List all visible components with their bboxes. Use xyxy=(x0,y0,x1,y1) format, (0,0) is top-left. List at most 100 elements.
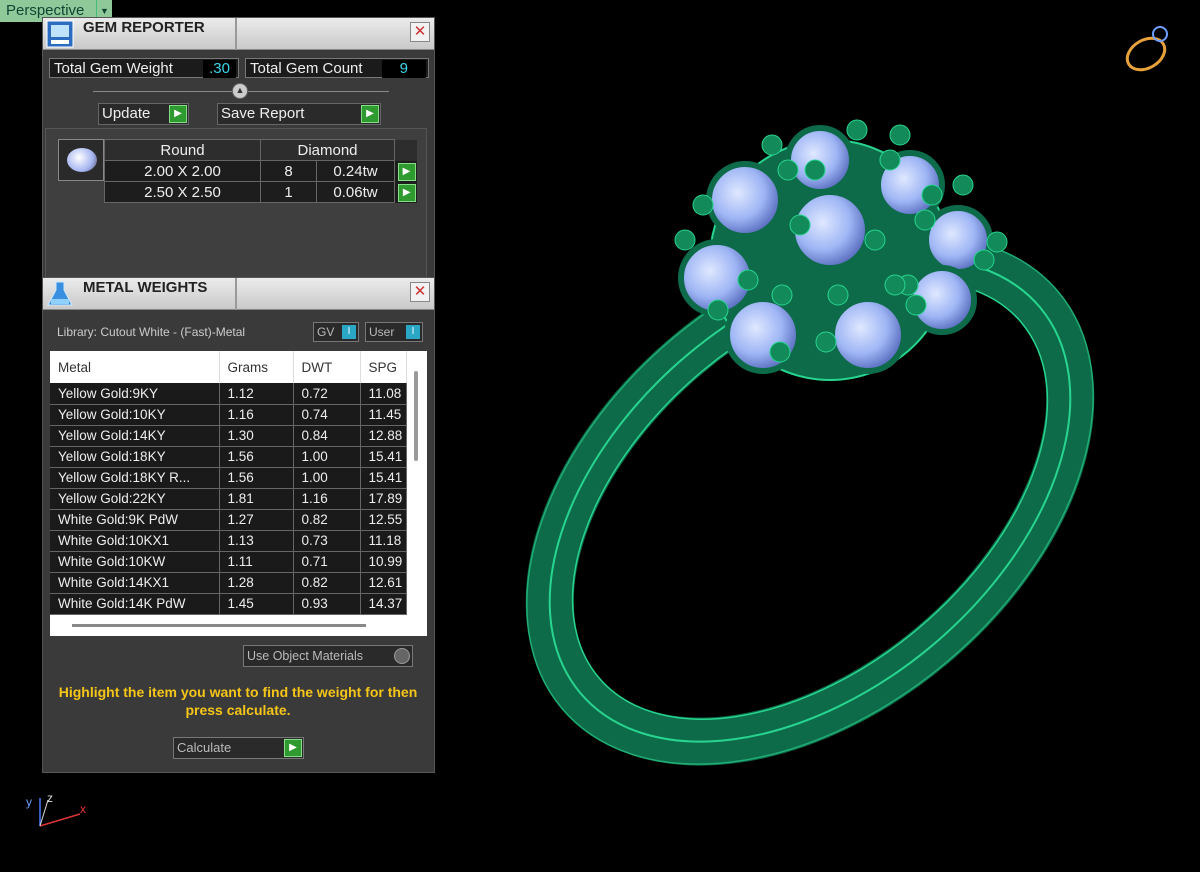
gem-reporter-title-bar[interactable]: GEM REPORTER ✕ xyxy=(43,18,434,50)
metal-table: Metal Grams DWT SPG Yellow Gold:9KY 1.12 0… xyxy=(50,351,407,615)
select-gems-button[interactable]: ▶ xyxy=(397,163,416,181)
metal-spg: 12.88 xyxy=(360,425,407,447)
gem-shape-header: Round xyxy=(104,139,261,161)
toggle-switch-icon: I xyxy=(406,325,420,339)
metal-name: White Gold:10KW xyxy=(50,551,220,573)
metal-name: Yellow Gold:9KY xyxy=(50,383,220,405)
gem-report-icon xyxy=(46,20,74,48)
flask-icon xyxy=(47,281,73,306)
gem-row[interactable]: 2.50 X 2.50 1 0.06tw ▶ xyxy=(104,181,417,203)
metal-name: White Gold:14K PdW xyxy=(50,593,220,615)
metal-grams: 1.11 xyxy=(219,551,294,573)
metal-weights-title: METAL WEIGHTS xyxy=(83,279,208,296)
metal-spg: 11.45 xyxy=(360,404,407,426)
vertical-scrollbar[interactable] xyxy=(414,371,418,461)
user-toggle-label: User xyxy=(369,325,395,339)
gem-reporter-title: GEM REPORTER xyxy=(83,19,205,36)
gem-list: Round Diamond 2.00 X 2.00 8 0.24tw ▶ 2.5… xyxy=(45,128,427,278)
metal-spg: 15.41 xyxy=(360,467,407,489)
metal-grams: 1.12 xyxy=(219,383,294,405)
collapse-slider-handle[interactable]: ▲ xyxy=(232,83,248,99)
play-icon: ▶ xyxy=(169,105,187,123)
ring-3d-model[interactable] xyxy=(470,100,1150,800)
total-gem-weight-value: .30 xyxy=(203,60,236,78)
metal-dwt: 0.82 xyxy=(293,509,361,531)
update-button[interactable]: Update ▶ xyxy=(98,103,189,125)
metal-name: Yellow Gold:22KY xyxy=(50,488,220,510)
user-toggle[interactable]: User I xyxy=(365,322,423,342)
metal-spg: 12.55 xyxy=(360,509,407,531)
metal-dwt: 1.00 xyxy=(293,446,361,468)
gem-size: 2.50 X 2.50 xyxy=(104,181,261,203)
metal-grams: 1.28 xyxy=(219,572,294,594)
metal-weights-list[interactable]: Metal Grams DWT SPG Yellow Gold:9KY 1.12 0… xyxy=(50,351,427,636)
table-row[interactable]: Yellow Gold:14KY 1.30 0.84 12.88 xyxy=(50,425,407,447)
play-icon: ▶ xyxy=(284,739,302,757)
gem-cluster xyxy=(678,125,993,374)
select-gems-button[interactable]: ▶ xyxy=(397,184,416,202)
metal-dwt: 0.71 xyxy=(293,551,361,573)
total-gem-count: Total Gem Count 9 xyxy=(245,58,429,78)
metal-name: Yellow Gold:10KY xyxy=(50,404,220,426)
title-separator xyxy=(235,18,237,50)
gv-toggle[interactable]: GV I xyxy=(313,322,359,342)
metal-dwt: 0.73 xyxy=(293,530,361,552)
table-row[interactable]: Yellow Gold:9KY 1.12 0.72 11.08 xyxy=(50,383,407,405)
total-gem-weight: Total Gem Weight .30 xyxy=(49,58,239,78)
gem-weight: 0.06tw xyxy=(316,181,395,203)
instruction-text: Highlight the item you want to find the … xyxy=(58,684,418,718)
metal-spg: 11.18 xyxy=(360,530,407,552)
close-icon[interactable]: ✕ xyxy=(410,282,430,302)
metal-name: White Gold:9K PdW xyxy=(50,509,220,531)
total-gem-count-value: 9 xyxy=(381,60,426,78)
use-object-materials-toggle[interactable]: Use Object Materials xyxy=(243,645,413,667)
gem-count: 8 xyxy=(259,160,318,182)
column-header-metal[interactable]: Metal xyxy=(50,351,220,383)
metal-dwt: 1.00 xyxy=(293,467,361,489)
total-gem-count-label: Total Gem Count xyxy=(250,60,363,77)
total-gem-weight-label: Total Gem Weight xyxy=(54,60,173,77)
metal-name: Yellow Gold:18KY R... xyxy=(50,467,220,489)
ring-thumbnail-icon[interactable] xyxy=(1120,20,1176,76)
horizontal-scrollbar[interactable] xyxy=(72,624,366,627)
metal-dwt: 0.72 xyxy=(293,383,361,405)
column-header-dwt[interactable]: DWT xyxy=(293,351,361,383)
play-icon: ▶ xyxy=(361,105,379,123)
metal-grams: 1.45 xyxy=(219,593,294,615)
metal-name: Yellow Gold:18KY xyxy=(50,446,220,468)
metal-grams: 1.81 xyxy=(219,488,294,510)
metal-spg: 15.41 xyxy=(360,446,407,468)
gem-row[interactable]: 2.00 X 2.00 8 0.24tw ▶ xyxy=(104,160,417,182)
calculate-button[interactable]: Calculate ▶ xyxy=(173,737,304,759)
axis-y-label: y xyxy=(26,795,32,809)
save-report-button[interactable]: Save Report ▶ xyxy=(217,103,381,125)
table-row[interactable]: White Gold:14KX1 1.28 0.82 12.61 xyxy=(50,572,407,594)
metal-spg: 11.08 xyxy=(360,383,407,405)
gem-reporter-panel: GEM REPORTER ✕ Total Gem Weight .30 Tota… xyxy=(42,17,435,279)
column-header-spg[interactable]: SPG xyxy=(360,351,407,383)
gem-count: 1 xyxy=(259,181,318,203)
metal-dwt: 0.74 xyxy=(293,404,361,426)
column-header-grams[interactable]: Grams xyxy=(219,351,294,383)
table-row[interactable]: White Gold:9K PdW 1.27 0.82 12.55 xyxy=(50,509,407,531)
table-row[interactable]: Yellow Gold:18KY R... 1.56 1.00 15.41 xyxy=(50,467,407,489)
table-row[interactable]: Yellow Gold:22KY 1.81 1.16 17.89 xyxy=(50,488,407,510)
metal-grams: 1.30 xyxy=(219,425,294,447)
gem-weight: 0.24tw xyxy=(316,160,395,182)
metal-grams: 1.13 xyxy=(219,530,294,552)
metal-dwt: 0.93 xyxy=(293,593,361,615)
gv-toggle-label: GV xyxy=(317,325,335,339)
gem-type-header: Diamond xyxy=(260,139,395,161)
table-row[interactable]: White Gold:10KW 1.11 0.71 10.99 xyxy=(50,551,407,573)
metal-name: Yellow Gold:14KY xyxy=(50,425,220,447)
metal-name: White Gold:14KX1 xyxy=(50,572,220,594)
table-row[interactable]: White Gold:14K PdW 1.45 0.93 14.37 xyxy=(50,593,407,615)
table-row[interactable]: Yellow Gold:10KY 1.16 0.74 11.45 xyxy=(50,404,407,426)
table-row[interactable]: White Gold:10KX1 1.13 0.73 11.18 xyxy=(50,530,407,552)
toggle-switch-icon: I xyxy=(342,325,356,339)
close-icon[interactable]: ✕ xyxy=(410,22,430,42)
round-diamond-thumbnail[interactable] xyxy=(58,139,104,181)
metal-weights-title-bar[interactable]: METAL WEIGHTS ✕ xyxy=(43,278,434,310)
use-object-materials-label: Use Object Materials xyxy=(247,649,364,663)
table-row[interactable]: Yellow Gold:18KY 1.56 1.00 15.41 xyxy=(50,446,407,468)
